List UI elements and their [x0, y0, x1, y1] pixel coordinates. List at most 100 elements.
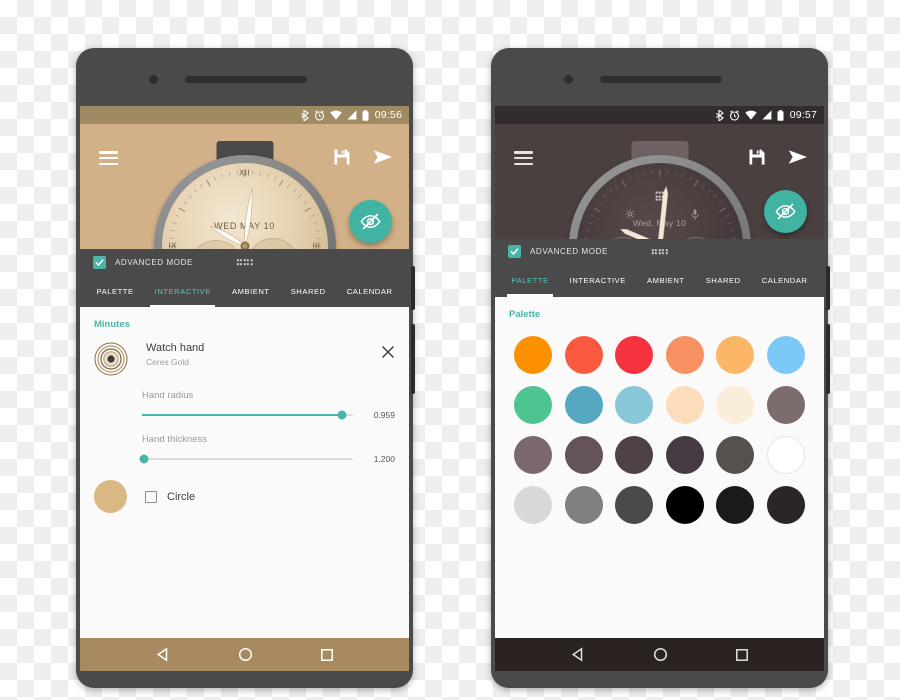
color-swatch[interactable] — [716, 485, 755, 524]
numeral-ix: IX — [168, 241, 177, 250]
advanced-mode-bar: ADVANCED MODE — [495, 238, 824, 265]
wifi-icon — [745, 110, 757, 120]
color-swatch[interactable] — [716, 335, 755, 374]
color-swatch[interactable] — [766, 385, 805, 424]
hand-thickness-slider[interactable] — [139, 454, 353, 464]
microphone-icon[interactable] — [691, 209, 699, 221]
tab-shared[interactable]: SHARED — [280, 275, 336, 307]
tab-palette[interactable]: PALETTE — [501, 265, 559, 297]
tab-interactive[interactable]: INTERACTIVE — [559, 265, 636, 297]
tab-bar-right: PALETTE INTERACTIVE AMBIENT SHARED CALEN… — [495, 264, 824, 297]
save-icon[interactable] — [748, 148, 768, 168]
bluetooth-icon — [300, 109, 309, 121]
signal-icon — [347, 110, 357, 120]
color-swatch[interactable] — [615, 335, 654, 374]
tab-ambient[interactable]: AMBIENT — [636, 265, 695, 297]
color-swatch[interactable] — [665, 385, 704, 424]
drag-handle[interactable] — [236, 259, 253, 265]
phone-right: 09:57 Wed, May 10 ADVANCED MODE PALETTE … — [491, 48, 830, 688]
wifi-icon — [330, 110, 342, 120]
color-swatch[interactable] — [665, 335, 704, 374]
tab-interactive[interactable]: INTERACTIVE — [144, 275, 221, 307]
color-swatch[interactable] — [514, 435, 553, 474]
tab-calendar[interactable]: CALENDAR — [751, 265, 818, 297]
color-swatch[interactable] — [615, 385, 654, 424]
color-swatch[interactable] — [665, 485, 704, 524]
close-icon[interactable] — [381, 345, 395, 359]
advanced-mode-checkbox[interactable] — [508, 245, 521, 258]
volume-button[interactable] — [411, 324, 415, 394]
hand-center-cap — [240, 241, 249, 249]
tab-ambient[interactable]: AMBIENT — [221, 275, 280, 307]
color-swatch[interactable] — [564, 485, 603, 524]
home-circle-icon[interactable] — [238, 647, 253, 662]
eye-off-icon — [360, 213, 381, 230]
palette-panel: Palette — [495, 296, 824, 638]
color-swatch[interactable] — [564, 435, 603, 474]
status-time: 09:57 — [789, 109, 817, 121]
color-swatch[interactable] — [665, 435, 704, 474]
save-icon[interactable] — [333, 148, 353, 168]
battery-icon — [777, 109, 784, 121]
color-swatch[interactable] — [514, 385, 553, 424]
earpiece-speaker — [185, 76, 307, 83]
power-button[interactable] — [826, 266, 830, 310]
watch-hand-title: Watch hand — [146, 342, 205, 354]
back-triangle-icon[interactable] — [156, 647, 171, 662]
power-button[interactable] — [411, 266, 415, 310]
phone-top-bezel — [495, 52, 824, 106]
color-swatch[interactable] — [766, 485, 805, 524]
color-swatch[interactable] — [564, 335, 603, 374]
toggle-preview-visibility-fab[interactable] — [349, 200, 392, 243]
send-icon[interactable] — [788, 148, 808, 168]
color-swatch-preview[interactable] — [94, 480, 127, 513]
watch-bezel: XII III VI IX WED MAY 10 AMS 10 — [153, 155, 336, 250]
watch-hand-subtitle: Ceres Gold — [146, 357, 189, 367]
watchface-preview-left: XII III VI IX WED MAY 10 AMS 10 — [80, 124, 409, 249]
color-palette-grid — [495, 320, 824, 524]
hamburger-menu-icon[interactable] — [514, 151, 533, 165]
hand-radius-block: Hand radius 0.959 — [80, 390, 409, 420]
send-icon[interactable] — [373, 148, 393, 168]
hand-radius-slider[interactable] — [142, 410, 353, 420]
earpiece-speaker — [600, 76, 722, 83]
back-triangle-icon[interactable] — [571, 647, 586, 662]
recents-square-icon[interactable] — [320, 648, 334, 662]
watch-hand-row[interactable]: Watch hand Ceres Gold — [80, 330, 409, 376]
tab-palette[interactable]: PALETTE — [86, 275, 144, 307]
watch-bezel: Wed, May 10 0 — [568, 155, 751, 239]
concentric-rings-icon — [94, 342, 128, 376]
drag-handle[interactable] — [651, 248, 668, 255]
hand-thickness-block: Hand thickness 1.200 — [80, 434, 409, 464]
numeral-iii: III — [312, 241, 321, 250]
recents-square-icon[interactable] — [735, 648, 749, 662]
watch-preview[interactable]: Wed, May 10 0 — [568, 141, 751, 239]
color-swatch[interactable] — [766, 335, 805, 374]
advanced-mode-label: ADVANCED MODE — [115, 257, 193, 267]
color-swatch[interactable] — [564, 385, 603, 424]
hand-radius-label: Hand radius — [142, 390, 194, 401]
color-swatch[interactable] — [716, 385, 755, 424]
color-swatch[interactable] — [615, 435, 654, 474]
phone-top-bezel — [80, 52, 409, 106]
color-swatch[interactable] — [716, 435, 755, 474]
circle-label: Circle — [167, 490, 196, 503]
android-nav-bar-left — [80, 638, 409, 671]
volume-button[interactable] — [826, 324, 830, 394]
watch-preview[interactable]: XII III VI IX WED MAY 10 AMS 10 — [153, 141, 336, 250]
color-swatch[interactable] — [514, 485, 553, 524]
toggle-preview-visibility-fab[interactable] — [764, 189, 807, 233]
phone-screen-left: 09:56 XII III IX WED MAY 10 ADVANCED MOD… — [80, 106, 409, 671]
alarm-icon — [729, 109, 739, 121]
color-swatch[interactable] — [615, 485, 654, 524]
advanced-mode-checkbox[interactable] — [93, 255, 106, 269]
android-nav-bar-right — [495, 638, 824, 671]
circle-checkbox[interactable] — [145, 490, 157, 503]
color-swatch[interactable] — [766, 435, 805, 474]
color-swatch[interactable] — [514, 335, 553, 374]
home-circle-icon[interactable] — [653, 647, 668, 662]
hamburger-menu-icon[interactable] — [99, 151, 118, 165]
tab-shared[interactable]: SHARED — [695, 265, 751, 297]
tab-calendar[interactable]: CALENDAR — [336, 275, 403, 307]
watch-dial: Wed, May 10 0 — [576, 163, 743, 239]
